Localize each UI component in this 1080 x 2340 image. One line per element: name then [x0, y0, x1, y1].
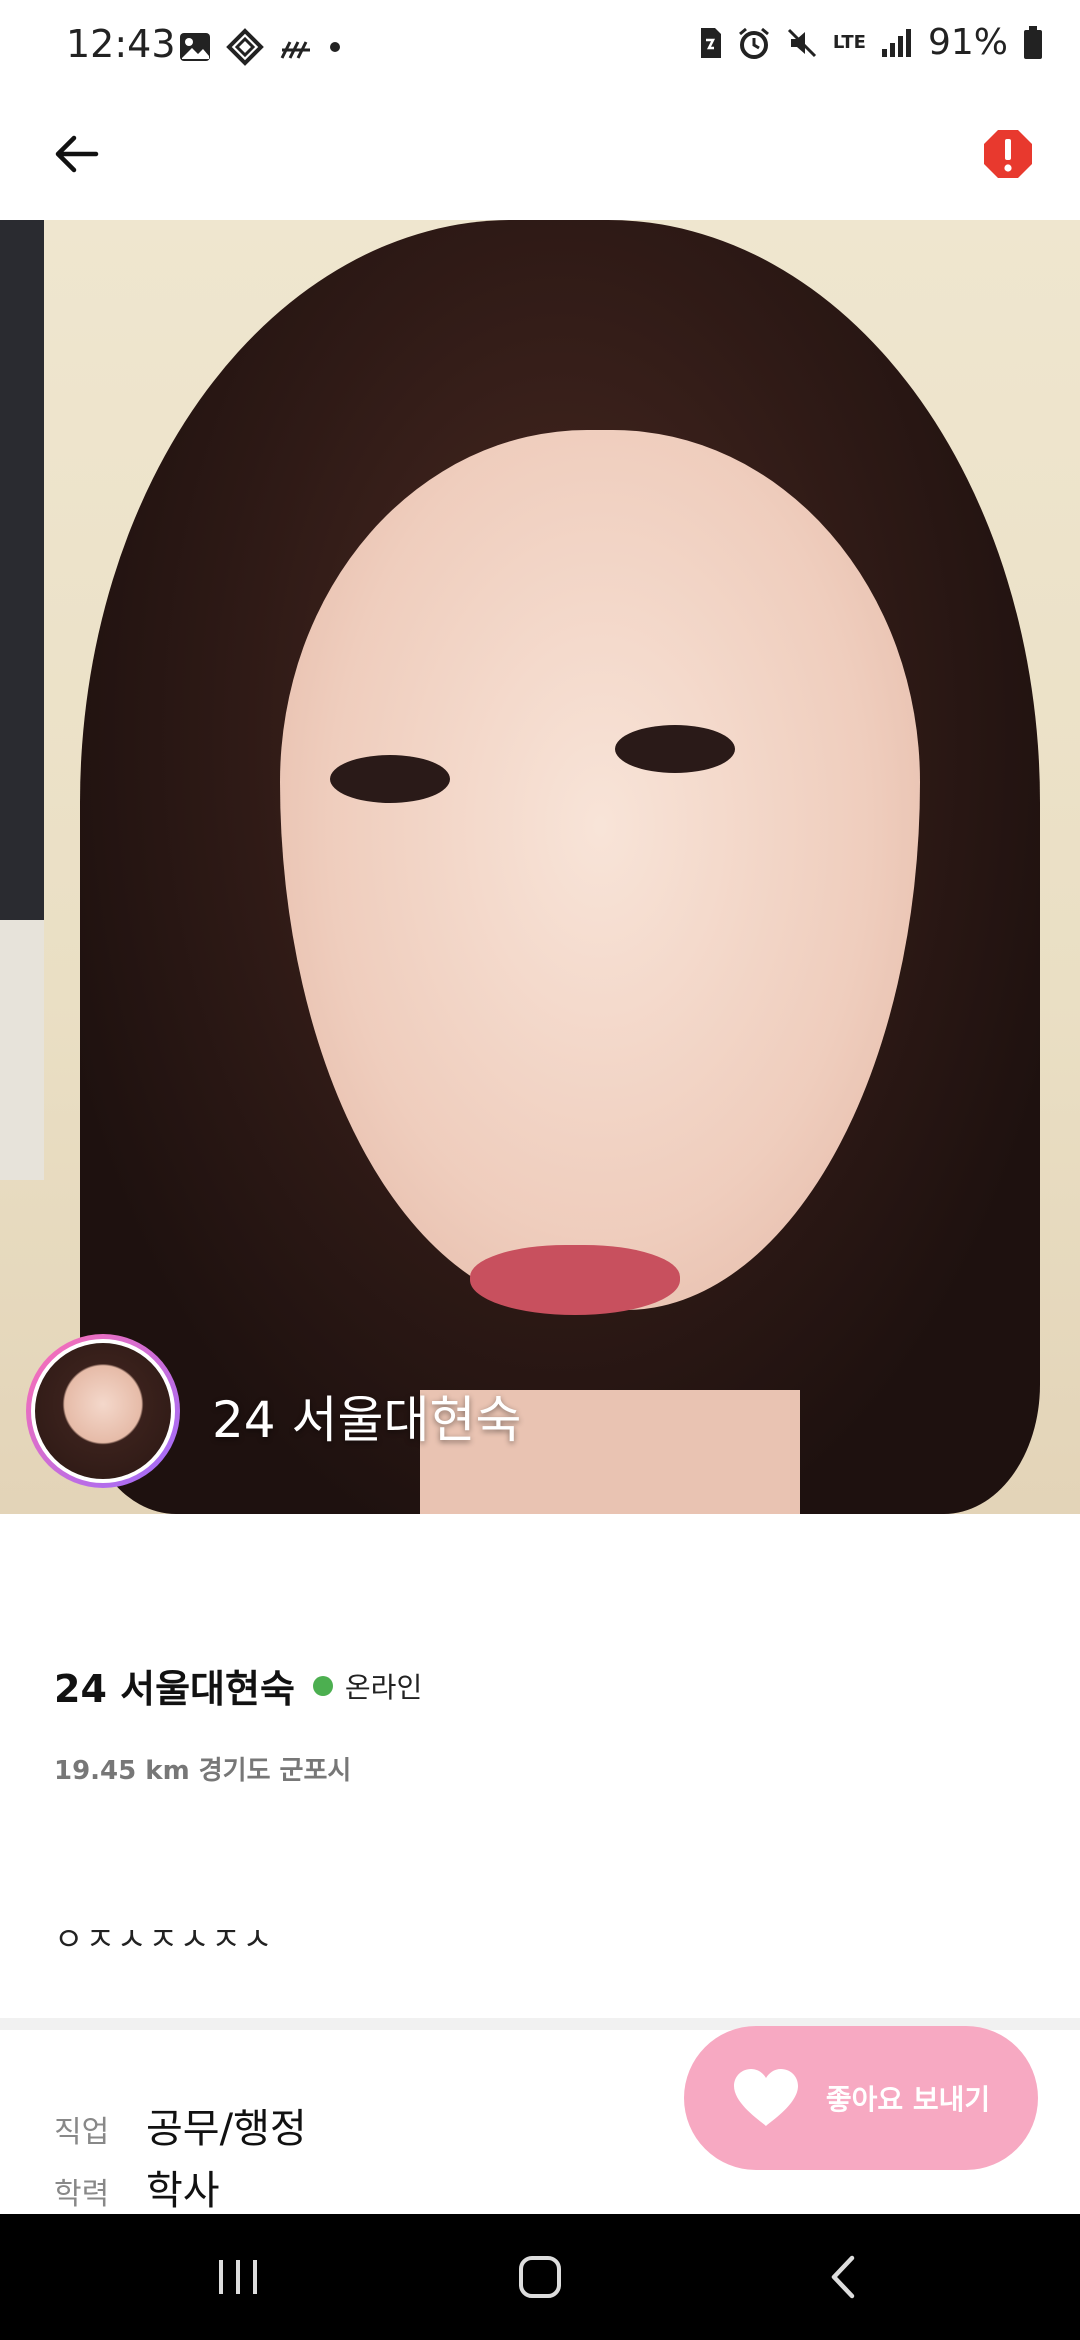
- recents-icon: [219, 2260, 257, 2294]
- back-button[interactable]: [44, 122, 108, 186]
- profile-info: 24 서울대현숙 온라인 19.45 km 경기도 군포시 ㅇㅈㅅㅈㅅㅈㅅ: [0, 1514, 1080, 2018]
- battery-percent: 91%: [927, 22, 1008, 63]
- app-icon: [226, 28, 264, 66]
- detail-row-education: 학력 학사: [54, 2158, 220, 2216]
- send-like-button[interactable]: 좋아요 보내기: [684, 2026, 1038, 2170]
- weather-icon: [280, 41, 310, 59]
- signal-icon: [881, 28, 911, 57]
- dot-icon: [330, 42, 340, 52]
- gallery-icon: [180, 33, 210, 61]
- status-right-icons: LTE 91%: [697, 22, 1044, 63]
- app-bar: [0, 96, 1080, 220]
- nav-back-button[interactable]: [802, 2244, 882, 2310]
- detail-label: 학력: [54, 2177, 110, 2212]
- send-like-label: 좋아요 보내기: [825, 2083, 991, 2116]
- lte-icon: LTE: [832, 31, 866, 53]
- home-icon: [519, 2256, 561, 2298]
- system-nav-bar: [0, 2214, 1080, 2340]
- detail-label: 직업: [54, 2115, 110, 2150]
- home-button[interactable]: [500, 2244, 580, 2310]
- status-bar: 12:43 LTE 91%: [0, 0, 1080, 96]
- alarm-icon: [738, 27, 769, 59]
- status-left-icons: [178, 28, 342, 66]
- location-text: 19.45 km 경기도 군포시: [54, 1756, 352, 1786]
- alert-icon: [984, 130, 1032, 178]
- avatar-ring[interactable]: [26, 1334, 180, 1488]
- detail-value: 공무/행정: [146, 2106, 307, 2152]
- back-icon: [831, 2255, 855, 2299]
- heart-icon: [733, 2069, 798, 2126]
- mute-icon: [787, 28, 816, 57]
- battery-icon: [1024, 25, 1042, 59]
- hero-name: 24 서울대현숙: [212, 1391, 522, 1449]
- name-row: 24 서울대현숙 온라인: [54, 1658, 422, 1713]
- report-button[interactable]: [976, 122, 1040, 186]
- profile-photo[interactable]: 24 서울대현숙: [0, 220, 1080, 1514]
- photo-eye-right: [615, 725, 735, 773]
- online-status-text: 온라인: [344, 1670, 423, 1704]
- bio-text: ㅇㅈㅅㅈㅅㅈㅅ: [54, 1920, 275, 1958]
- profile-name: 24 서울대현숙: [54, 1667, 295, 1711]
- detail-value: 학사: [146, 2168, 220, 2214]
- online-status-dot: [312, 1675, 333, 1696]
- avatar: [31, 1339, 175, 1483]
- background-wall: [0, 920, 44, 1180]
- photo-lips: [470, 1245, 680, 1315]
- status-time: 12:43: [66, 22, 176, 66]
- detail-row-job: 직업 공무/행정: [54, 2096, 307, 2154]
- recents-button[interactable]: [198, 2244, 278, 2310]
- arrow-left-icon: [55, 135, 99, 173]
- sim-icon: [700, 27, 721, 58]
- background-frame: [0, 220, 44, 920]
- photo-eye-left: [330, 755, 450, 803]
